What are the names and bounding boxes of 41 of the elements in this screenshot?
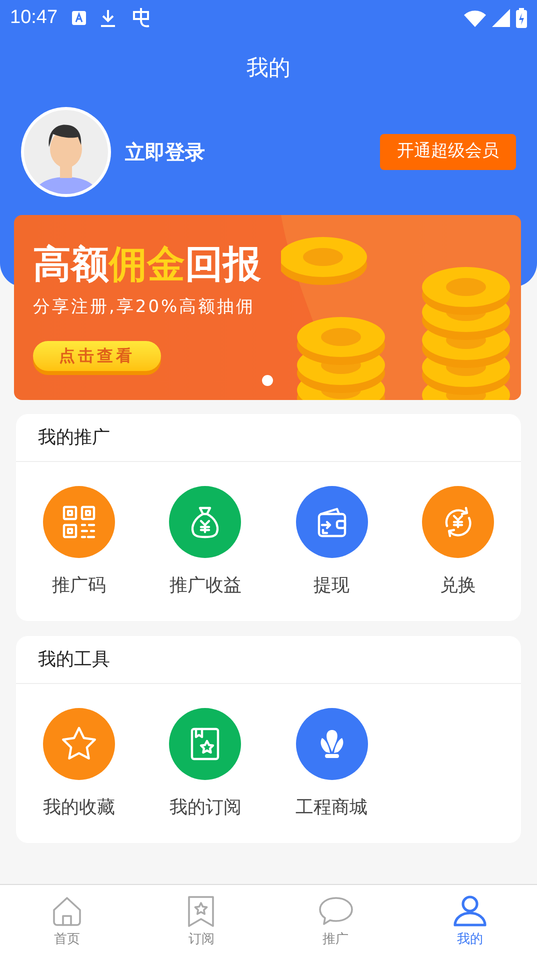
wifi-icon — [464, 10, 486, 26]
chat-bubble-icon — [318, 896, 354, 926]
home-icon — [51, 894, 84, 927]
download-icon — [100, 9, 116, 27]
vip-button[interactable]: 开通超级会员 — [380, 134, 516, 170]
tab-item[interactable]: 首页 — [0, 885, 134, 956]
bookmark-star-icon — [186, 894, 216, 927]
menu-item[interactable]: 兑换 — [394, 486, 521, 599]
section-title: 我的工具 — [38, 648, 110, 672]
notification-icon — [72, 11, 86, 25]
view-button[interactable]: 点击查看 — [33, 340, 161, 370]
menu-item[interactable]: 我的订阅 — [142, 708, 268, 821]
banner-title: 佣金 — [109, 241, 185, 287]
battery-icon — [516, 8, 527, 28]
signal-icon — [492, 9, 510, 27]
menu-item[interactable]: 推广收益 — [142, 486, 268, 599]
tab-item[interactable]: 订阅 — [134, 885, 268, 956]
menu-item[interactable]: 推广码 — [16, 486, 142, 599]
banner-title: 高额 — [33, 241, 109, 287]
menu-item[interactable]: 我的收藏 — [16, 708, 142, 821]
login-link[interactable]: 立即登录 — [125, 137, 205, 167]
tab-item[interactable]: 推广 — [268, 885, 403, 956]
avatar-icon[interactable] — [21, 107, 111, 197]
menu-label: 推广码 — [52, 574, 106, 598]
section-title: 我的推广 — [38, 426, 110, 450]
menu-label: 我的订阅 — [169, 796, 242, 820]
menu-label: 工程商城 — [296, 796, 368, 820]
menu-item[interactable]: 提现 — [268, 486, 395, 599]
menu-label: 提现 — [314, 574, 350, 598]
menu-label: 推广收益 — [169, 574, 242, 598]
banner-title: 回报 — [185, 241, 261, 287]
banner-subtitle: 分享注册,享20%高额抽佣 — [33, 296, 256, 319]
status-time: 10:47 — [10, 6, 58, 30]
tab-item[interactable]: 我的 — [402, 885, 537, 956]
menu-label: 我的收藏 — [43, 796, 116, 820]
menu-label: 兑换 — [440, 574, 476, 598]
page-title: 我的 — [246, 54, 290, 82]
qr-code-icon — [61, 504, 98, 540]
menu-item[interactable]: 工程商城 — [268, 708, 395, 821]
user-icon — [452, 894, 488, 927]
promo-banner[interactable]: 高额佣金回报 分享注册,享20%高额抽佣 点击查看 — [14, 215, 521, 400]
